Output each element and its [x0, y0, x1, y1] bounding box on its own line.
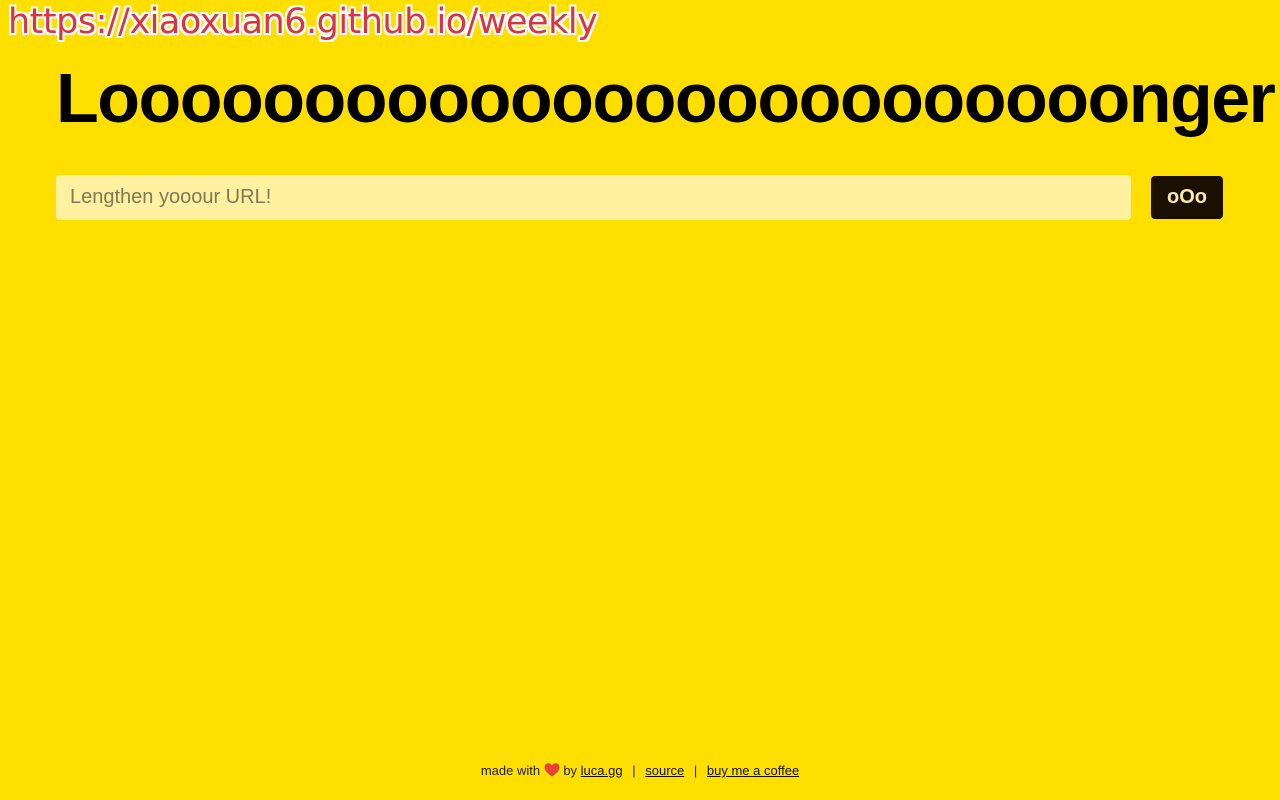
footer-by: by	[563, 763, 578, 778]
source-link[interactable]: source	[645, 763, 684, 778]
footer-separator: |	[632, 763, 636, 778]
author-link[interactable]: luca.gg	[581, 763, 623, 778]
heart-icon	[544, 763, 560, 777]
buy-coffee-link[interactable]: buy me a coffee	[707, 763, 799, 778]
footer-separator: |	[693, 763, 698, 778]
page: https://xiaoxuan6.github.io/weekly Loooo…	[0, 0, 1280, 800]
footer: made with by luca.gg | source | buy me a…	[0, 762, 1280, 780]
watermark-url: https://xiaoxuan6.github.io/weekly	[8, 2, 598, 42]
page-title: Looooooooooooooooooooooooonger	[56, 59, 1276, 137]
footer-made-with: made with	[480, 763, 541, 778]
url-input[interactable]	[56, 175, 1131, 220]
lengthen-form: oOo	[56, 175, 1223, 220]
lengthen-button[interactable]: oOo	[1151, 176, 1223, 219]
